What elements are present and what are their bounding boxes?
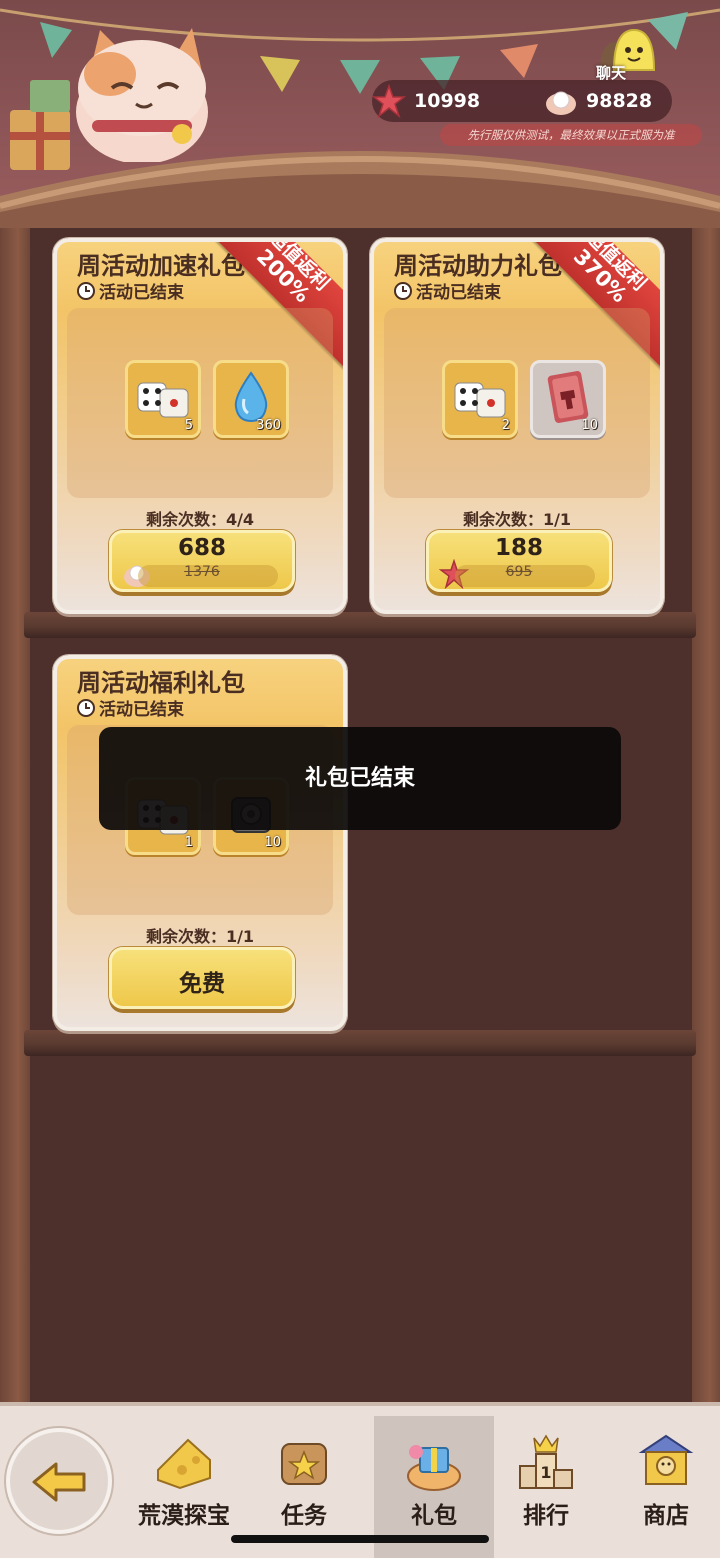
gift-pack-card: 周活动助力礼包 活动已结束 超值返利 370% 2 10 剩余次数：1/1 18… <box>370 238 664 614</box>
buy-button[interactable]: 688 1376 <box>109 530 295 592</box>
shelf-side-left <box>0 228 30 1408</box>
nav-label: 荒漠探宝 <box>138 1503 230 1529</box>
free-label: 免费 <box>179 971 225 997</box>
starfish-icon <box>372 84 406 118</box>
remaining-count: 剩余次数：4/4 <box>145 510 255 529</box>
shelf-plank <box>24 612 696 638</box>
home-indicator[interactable] <box>231 1535 489 1543</box>
back-arrow-icon <box>32 1462 86 1502</box>
task-scroll-icon <box>281 1443 327 1485</box>
podium-icon: 1 <box>519 1434 573 1489</box>
clock-icon <box>77 281 95 300</box>
remaining-count: 剩余次数：1/1 <box>145 927 255 946</box>
dice-icon <box>454 382 506 418</box>
item-quantity: 10 <box>264 835 281 850</box>
buy-button[interactable]: 188 695 <box>426 530 612 592</box>
nav-label: 排行 <box>523 1503 569 1529</box>
card-status: 活动已结束 <box>77 278 184 303</box>
card-status: 活动已结束 <box>77 695 184 720</box>
item-quantity: 10 <box>581 418 598 433</box>
item-quantity: 2 <box>501 418 510 433</box>
pearl-icon <box>546 91 576 115</box>
reward-item[interactable]: 2 <box>442 360 518 438</box>
toast-message: 礼包已结束 <box>99 727 621 830</box>
card-title: 周活动助力礼包 <box>394 252 562 280</box>
shelf-plank <box>24 1030 696 1056</box>
remaining-count: 剩余次数：1/1 <box>462 510 572 529</box>
dice-icon <box>137 382 189 418</box>
ticket-card-icon <box>547 371 589 423</box>
price: 688 <box>177 535 226 561</box>
item-quantity: 360 <box>256 418 281 433</box>
original-price: 1376 <box>184 564 220 580</box>
water-drop-icon <box>234 371 268 423</box>
cheese-map-icon <box>157 1438 211 1490</box>
reward-item[interactable]: 10 <box>530 360 606 438</box>
card-title: 周活动加速礼包 <box>77 252 245 280</box>
card-status-text: 活动已结束 <box>99 283 184 303</box>
nav-label: 礼包 <box>411 1503 457 1529</box>
nav-item-desert-treasure[interactable]: 荒漠探宝 <box>124 1416 244 1558</box>
card-status-text: 活动已结束 <box>416 283 501 303</box>
clock-icon <box>394 281 412 300</box>
card-title: 周活动福利礼包 <box>77 669 245 697</box>
item-quantity: 1 <box>184 835 193 850</box>
reward-item[interactable]: 360 <box>213 360 289 438</box>
item-quantity: 5 <box>184 418 193 433</box>
free-claim-button[interactable]: 免费 <box>109 947 295 1009</box>
nav-label: 任务 <box>281 1503 327 1529</box>
lucky-cat-icon <box>76 28 208 162</box>
nav-label: 商店 <box>643 1503 689 1529</box>
nav-item-ranking[interactable]: 1 排行 <box>486 1416 606 1558</box>
shelf-side-right <box>692 228 720 1408</box>
gift-basket-icon <box>407 1445 461 1491</box>
card-status: 活动已结束 <box>394 278 501 303</box>
back-button[interactable] <box>6 1428 112 1534</box>
clock-icon <box>77 698 95 717</box>
reward-item[interactable]: 5 <box>125 360 201 438</box>
price: 188 <box>494 535 543 561</box>
star-currency: 10998 <box>372 84 480 118</box>
gift-pack-card: 周活动加速礼包 活动已结束 超值返利 200% 5 360 剩余次数：4/4 6… <box>53 238 347 614</box>
pearl-currency-value: 98828 <box>586 90 653 112</box>
test-server-notice: 先行服仅供测试，最终效果以正式服为准 <box>440 124 702 146</box>
shop-icon <box>638 1434 694 1485</box>
nav-item-shop[interactable]: 商店 <box>606 1416 720 1558</box>
original-price: 695 <box>505 564 533 580</box>
chat-label[interactable]: 聊天 <box>596 62 626 83</box>
gift-pack-card: 周活动福利礼包 活动已结束 1 10 剩余次数：1/1 免费 <box>53 655 347 1031</box>
card-status-text: 活动已结束 <box>99 700 184 720</box>
star-currency-value: 10998 <box>414 90 481 112</box>
svg-text:1: 1 <box>540 1463 551 1482</box>
